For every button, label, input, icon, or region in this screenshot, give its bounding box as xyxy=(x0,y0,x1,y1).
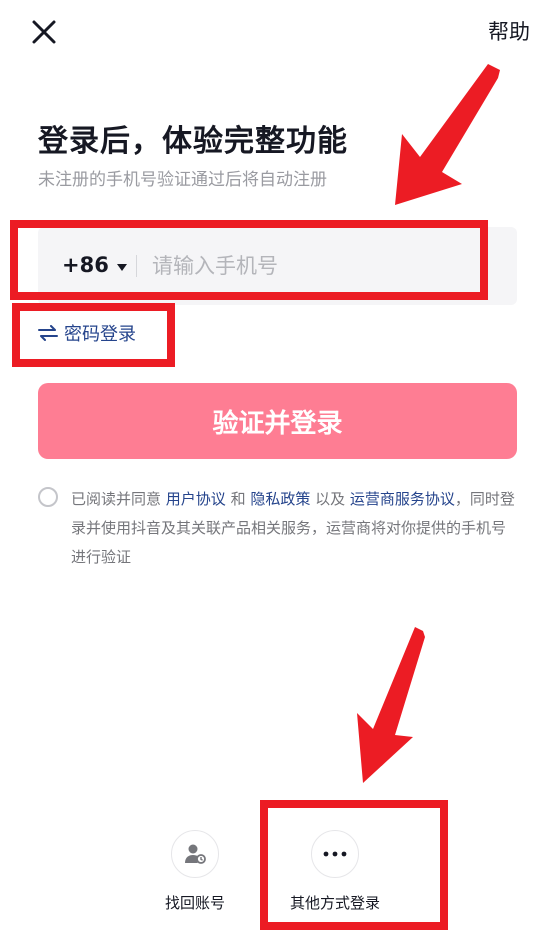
agreement-and: 和 xyxy=(225,490,251,508)
login-page: 帮助 登录后，体验完整功能 未注册的手机号验证通过后将自动注册 +86 密码登录… xyxy=(0,0,548,945)
annotation-box-phone xyxy=(10,220,488,300)
page-title: 登录后，体验完整功能 xyxy=(38,124,348,159)
close-icon xyxy=(32,20,56,44)
verify-login-button[interactable]: 验证并登录 xyxy=(38,383,517,459)
carrier-agreement-link[interactable]: 运营商服务协议 xyxy=(350,490,455,508)
page-subtitle: 未注册的手机号验证通过后将自动注册 xyxy=(38,170,327,190)
recover-account-option[interactable]: 找回账号 xyxy=(165,830,225,913)
agreement-checkbox[interactable] xyxy=(38,487,58,507)
annotation-box-other-login xyxy=(260,800,448,930)
top-bar: 帮助 xyxy=(0,0,548,70)
close-button[interactable] xyxy=(26,14,62,50)
privacy-policy-link[interactable]: 隐私政策 xyxy=(250,490,310,508)
recover-account-label: 找回账号 xyxy=(165,894,226,912)
help-link[interactable]: 帮助 xyxy=(488,16,530,46)
annotation-arrow-top xyxy=(395,64,500,205)
agreement-prefix: 已阅读并同意 xyxy=(71,490,166,508)
user-agreement-link[interactable]: 用户协议 xyxy=(166,490,226,508)
annotation-arrow-bottom xyxy=(357,627,425,783)
user-recover-icon xyxy=(171,830,219,878)
agreement-text: 已阅读并同意 用户协议 和 隐私政策 以及 运营商服务协议，同时登录并使用抖音及… xyxy=(71,485,518,572)
annotation-box-password xyxy=(12,303,175,367)
agreement-and-also: 以及 xyxy=(310,490,350,508)
